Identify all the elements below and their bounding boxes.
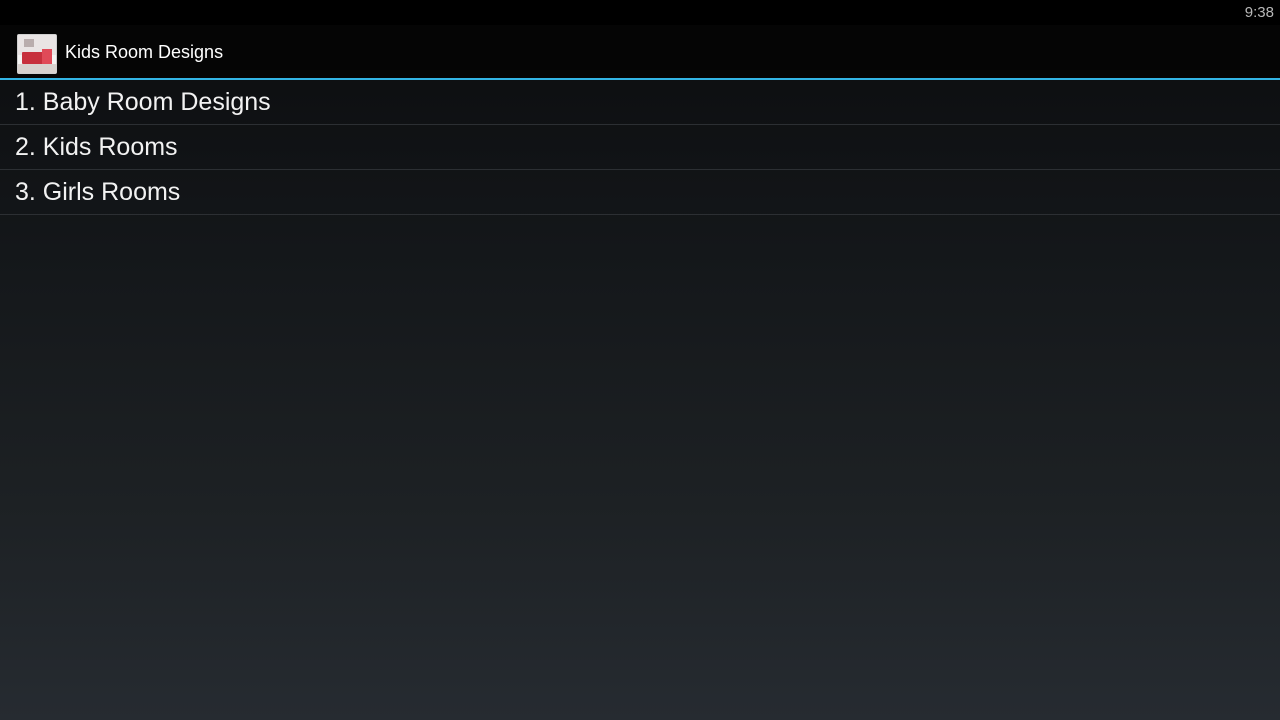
list-item-label: 1. Baby Room Designs [15, 88, 271, 116]
app-title: Kids Room Designs [65, 42, 224, 62]
status-bar: 9:38 [0, 0, 1280, 25]
list-item-baby-room-designs[interactable]: 1. Baby Room Designs [0, 80, 1280, 125]
app-icon[interactable] [17, 34, 57, 74]
action-bar: Kids Room Designs [0, 25, 1280, 80]
list-item-girls-rooms[interactable]: 3. Girls Rooms [0, 170, 1280, 215]
status-time: 9:38 [1244, 4, 1274, 21]
menu-list: 1. Baby Room Designs 2. Kids Rooms 3. Gi… [0, 80, 1280, 215]
list-item-label: 3. Girls Rooms [15, 178, 181, 206]
list-item-label: 2. Kids Rooms [15, 133, 178, 161]
list-item-kids-rooms[interactable]: 2. Kids Rooms [0, 125, 1280, 170]
